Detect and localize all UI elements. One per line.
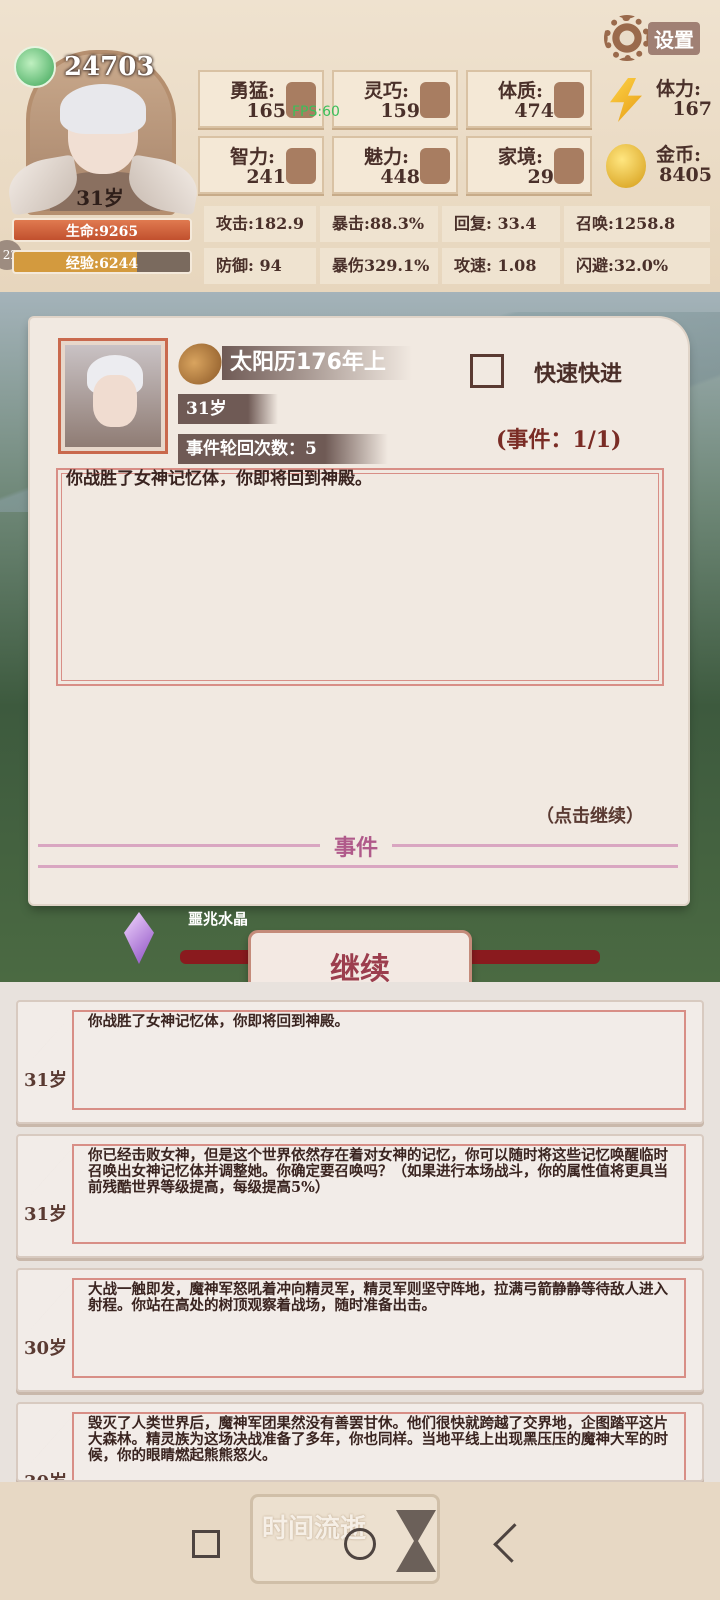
log-entry: 31岁 你已经击败女神，但是这个世界依然存在着对女神的记忆，你可以随时将这些记忆… [16,1134,704,1258]
quill-icon [28,1144,76,1198]
log-text: 大战一触即发，魔神军怒吼着冲向精灵军，精灵军则坚守阵地，拉满弓箭静静等待敌人进入… [88,1281,668,1314]
stat-label: 体质: [498,80,544,102]
home-icon[interactable] [344,1528,376,1560]
event-text: 你战胜了女神记忆体，你即将回到神殿。 [66,469,372,489]
event-portrait [58,338,168,454]
event-age: 31岁 [178,394,278,424]
log-entry: 30岁 大战一触即发，魔神军怒吼着冲向精灵军，精灵军则坚守阵地，拉满弓箭静静等待… [16,1268,704,1392]
log-text-frame: 毁灭了人类世界后，魔神军团果然没有善罢甘休。他们很快就跨越了交界地，企图踏平这片… [72,1412,686,1480]
exp-bar: 经验:6244 [12,250,192,274]
soul-score: 24703 [14,46,184,88]
calendar-date: 太阳历176年上 [222,346,412,380]
log-age: 30岁 [24,1338,68,1359]
quill-icon [28,1278,76,1332]
event-counter: (事件：1/1) [496,427,622,453]
coin-icon [606,144,646,188]
quill-icon [28,1010,76,1064]
attack-speed-stat: 攻速: 1.08 [442,248,560,284]
attack-stat: 攻击:182.9 [204,206,316,242]
stat-label: 灵巧: [364,80,410,102]
fast-forward-checkbox[interactable] [470,354,504,388]
player-age: 31岁 [76,186,124,210]
stat-label: 勇猛: [230,80,276,102]
log-age: 31岁 [24,1070,68,1091]
dodge-stat: 闪避:32.0% [564,248,710,284]
defense-stat: 防御: 94 [204,248,316,284]
log-age: 31岁 [24,1204,68,1225]
stat-label: 家境: [498,146,544,168]
crystal-label: 噩兆水晶 [188,910,249,928]
score-value: 24703 [64,52,155,82]
stat-value: 474 [514,100,554,122]
lotus-icon [420,148,450,184]
log-text: 你已经击败女神，但是这个世界依然存在着对女神的记忆，你可以随时将这些记忆唤醒临时… [88,1147,668,1196]
stat-value: 448 [380,166,420,188]
tap-to-continue-hint[interactable]: （点击继续） [536,802,644,828]
bicep-icon [554,82,584,118]
gold: 金币: 8405 [600,136,718,194]
back-icon[interactable] [493,1523,533,1563]
log-text-frame: 你战胜了女神记忆体，你即将回到神殿。 [72,1010,686,1110]
log-entry: 31岁 你战胜了女神记忆体，你即将回到神殿。 [16,1000,704,1124]
stat-value: 165 [246,100,286,122]
portrait-hair [60,84,146,134]
gear-icon [604,15,650,61]
log-text-frame: 你已经击败女神，但是这个世界依然存在着对女神的记忆，你可以随时将这些记忆唤醒临时… [72,1144,686,1244]
crit-stat: 暴击:88.3% [320,206,438,242]
bread-icon [170,335,230,393]
log-text: 毁灭了人类世界后，魔神军团果然没有善罢甘休。他们很快就跨越了交界地，企图踏平这片… [88,1415,668,1464]
stat-value: 159 [380,100,420,122]
bottom-bar: 时间流逝 [0,1482,720,1600]
event-cycle-count: 事件轮回次数：5 [178,434,388,464]
quill-icon [28,1412,76,1466]
lightning-icon [610,78,642,122]
fps-counter: FPS:60 [292,104,340,120]
regen-stat: 回复: 33.4 [442,206,560,242]
leg-icon [420,82,450,118]
stat-label: 智力: [230,146,276,168]
stamina: 体力: 167 [600,70,718,128]
hp-bar: 生命:9265 [12,218,192,242]
event-log[interactable]: 31岁 你战胜了女神记忆体，你即将回到神殿。 31岁 你已经击败女神，但是这个世… [0,982,720,1482]
event-footer-label: 事件 [320,830,393,862]
log-text: 你战胜了女神记忆体，你即将回到神殿。 [88,1013,349,1030]
event-card[interactable]: 太阳历176年上 快速快进 31岁 事件轮回次数：5 (事件：1/1) 你战胜了… [30,318,688,904]
character-avatar [65,345,161,447]
settings-label: 设置 [648,21,700,55]
settings-button[interactable]: 设置 [604,15,712,61]
stat-value: 241 [246,166,286,188]
fast-forward-label[interactable]: 快速快进 [534,356,622,388]
stat-intelligence[interactable]: 智力: 241 [198,136,324,194]
stat-charm[interactable]: 魅力: 448 [332,136,458,194]
spirit-orb-icon [14,46,56,88]
event-text-frame: 你战胜了女神记忆体，你即将回到神殿。 [56,468,664,686]
stat-agility[interactable]: 灵巧: 159 [332,70,458,128]
summon-stat: 召唤:1258.8 [564,206,710,242]
stat-constitution[interactable]: 体质: 474 [466,70,592,128]
recent-apps-icon[interactable] [192,1530,220,1558]
status-header: 24703 31岁 生命:9265 22 经验:6244 设置 勇猛: 165 … [0,0,720,292]
crit-damage-stat: 暴伤329.1% [320,248,438,284]
log-entry: 30岁 毁灭了人类世界后，魔神军团果然没有善罢甘休。他们很快就跨越了交界地，企图… [16,1402,704,1482]
stamina-label: 体力: [656,78,702,100]
gold-label: 金币: [656,144,702,166]
hand-coin-icon [554,148,584,184]
log-age: 30岁 [24,1468,67,1480]
stat-family[interactable]: 家境: 29 [466,136,592,194]
stat-label: 魅力: [364,146,410,168]
stamina-value: 167 [672,98,712,120]
stat-value: 29 [527,166,554,188]
brain-icon [286,148,316,184]
log-text-frame: 大战一触即发，魔神军怒吼着冲向精灵军，精灵军则坚守阵地，拉满弓箭静静等待敌人进入… [72,1278,686,1378]
gold-value: 8405 [659,164,712,186]
